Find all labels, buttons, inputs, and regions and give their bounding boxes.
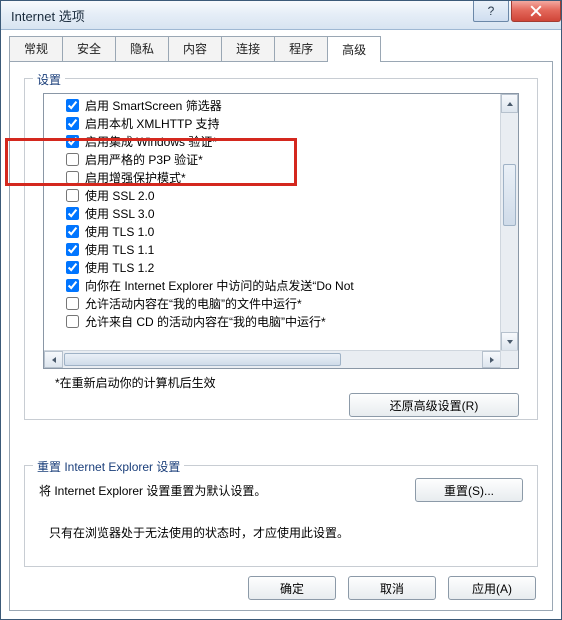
- list-item[interactable]: 使用 TLS 1.1: [66, 240, 501, 258]
- chevron-left-icon: [50, 356, 58, 364]
- list-item[interactable]: 启用 SmartScreen 筛选器: [66, 96, 501, 114]
- list-item[interactable]: 启用集成 Windows 验证*: [66, 132, 501, 150]
- list-item[interactable]: 允许来自 CD 的活动内容在“我的电脑”中运行*: [66, 312, 501, 330]
- checkbox[interactable]: [66, 279, 79, 292]
- internet-options-dialog: Internet 选项 ? 常规 安全 隐私 内容 连接 程序 高级 设置: [0, 0, 562, 620]
- tab-privacy[interactable]: 隐私: [115, 36, 169, 61]
- list-item-label: 允许活动内容在“我的电脑”的文件中运行*: [85, 295, 302, 312]
- checkbox[interactable]: [66, 171, 79, 184]
- dialog-button-row: 确定 取消 应用(A): [248, 576, 536, 600]
- tab-programs[interactable]: 程序: [274, 36, 328, 61]
- restart-note: *在重新启动你的计算机后生效: [55, 374, 216, 391]
- help-icon: ?: [488, 4, 495, 18]
- tab-strip: 常规 安全 隐私 内容 连接 程序 高级: [9, 37, 553, 61]
- list-item[interactable]: 使用 TLS 1.2: [66, 258, 501, 276]
- checkbox[interactable]: [66, 189, 79, 202]
- list-item-label: 启用增强保护模式*: [85, 169, 186, 186]
- list-item-label: 向你在 Internet Explorer 中访问的站点发送“Do Not: [85, 277, 354, 294]
- list-item[interactable]: 使用 TLS 1.0: [66, 222, 501, 240]
- scroll-thumb[interactable]: [503, 164, 516, 226]
- reset-legend: 重置 Internet Explorer 设置: [33, 458, 184, 475]
- checkbox[interactable]: [66, 261, 79, 274]
- chevron-right-icon: [488, 356, 496, 364]
- list-item[interactable]: 允许活动内容在“我的电脑”的文件中运行*: [66, 294, 501, 312]
- tab-panel-advanced: 设置 启用 SmartScreen 筛选器 启用本机 XMLHTTP 支持 启用…: [9, 61, 553, 611]
- close-icon: [530, 5, 542, 17]
- settings-legend: 设置: [33, 71, 65, 88]
- scroll-left-button[interactable]: [44, 351, 63, 368]
- list-item-label: 启用严格的 P3P 验证*: [85, 151, 203, 168]
- settings-list[interactable]: 启用 SmartScreen 筛选器 启用本机 XMLHTTP 支持 启用集成 …: [44, 94, 501, 351]
- reset-button[interactable]: 重置(S)...: [415, 478, 523, 502]
- scroll-corner: [500, 350, 518, 368]
- chevron-up-icon: [506, 100, 514, 108]
- list-item-label: 启用本机 XMLHTTP 支持: [85, 115, 219, 132]
- list-item[interactable]: 向你在 Internet Explorer 中访问的站点发送“Do Not: [66, 276, 501, 294]
- list-item[interactable]: 使用 SSL 3.0: [66, 204, 501, 222]
- list-item[interactable]: 启用严格的 P3P 验证*: [66, 150, 501, 168]
- tab-connections[interactable]: 连接: [221, 36, 275, 61]
- scroll-right-button[interactable]: [482, 351, 501, 368]
- list-item-label: 使用 TLS 1.1: [85, 241, 154, 258]
- scroll-down-button[interactable]: [501, 332, 518, 351]
- checkbox[interactable]: [66, 315, 79, 328]
- settings-group: 设置 启用 SmartScreen 筛选器 启用本机 XMLHTTP 支持 启用…: [24, 78, 538, 420]
- reset-description: 将 Internet Explorer 设置重置为默认设置。: [39, 482, 266, 499]
- checkbox[interactable]: [66, 117, 79, 130]
- close-button[interactable]: [511, 1, 561, 22]
- titlebar: Internet 选项 ?: [1, 1, 561, 30]
- horizontal-scrollbar[interactable]: [44, 350, 501, 368]
- reset-note: 只有在浏览器处于无法使用的状态时，才应使用此设置。: [49, 524, 349, 541]
- settings-listbox: 启用 SmartScreen 筛选器 启用本机 XMLHTTP 支持 启用集成 …: [43, 93, 519, 369]
- checkbox[interactable]: [66, 243, 79, 256]
- checkbox[interactable]: [66, 153, 79, 166]
- chevron-down-icon: [506, 338, 514, 346]
- list-item[interactable]: 启用增强保护模式*: [66, 168, 501, 186]
- tab-security[interactable]: 安全: [62, 36, 116, 61]
- window-buttons: ?: [473, 1, 561, 29]
- scroll-thumb[interactable]: [64, 353, 341, 366]
- checkbox[interactable]: [66, 207, 79, 220]
- restore-advanced-button[interactable]: 还原高级设置(R): [349, 393, 519, 417]
- list-item[interactable]: 启用本机 XMLHTTP 支持: [66, 114, 501, 132]
- reset-group: 重置 Internet Explorer 设置 将 Internet Explo…: [24, 465, 538, 567]
- ok-button[interactable]: 确定: [248, 576, 336, 600]
- window-title: Internet 选项: [11, 6, 473, 25]
- scroll-up-button[interactable]: [501, 94, 518, 113]
- list-item-label: 使用 TLS 1.0: [85, 223, 154, 240]
- checkbox[interactable]: [66, 99, 79, 112]
- checkbox[interactable]: [66, 135, 79, 148]
- checkbox[interactable]: [66, 225, 79, 238]
- vertical-scrollbar[interactable]: [500, 94, 518, 351]
- list-item-label: 使用 SSL 2.0: [85, 187, 155, 204]
- tab-advanced[interactable]: 高级: [327, 36, 381, 62]
- list-item[interactable]: 使用 SSL 2.0: [66, 186, 501, 204]
- list-item-label: 启用集成 Windows 验证*: [85, 133, 217, 150]
- list-item-label: 启用 SmartScreen 筛选器: [85, 97, 222, 114]
- apply-button[interactable]: 应用(A): [448, 576, 536, 600]
- client-area: 常规 安全 隐私 内容 连接 程序 高级 设置 启用 SmartScreen 筛…: [9, 37, 553, 611]
- tab-content[interactable]: 内容: [168, 36, 222, 61]
- list-item-label: 允许来自 CD 的活动内容在“我的电脑”中运行*: [85, 313, 326, 330]
- list-item-label: 使用 TLS 1.2: [85, 259, 154, 276]
- checkbox[interactable]: [66, 297, 79, 310]
- tab-general[interactable]: 常规: [9, 36, 63, 61]
- help-button[interactable]: ?: [473, 1, 509, 22]
- list-item-label: 使用 SSL 3.0: [85, 205, 155, 222]
- cancel-button[interactable]: 取消: [348, 576, 436, 600]
